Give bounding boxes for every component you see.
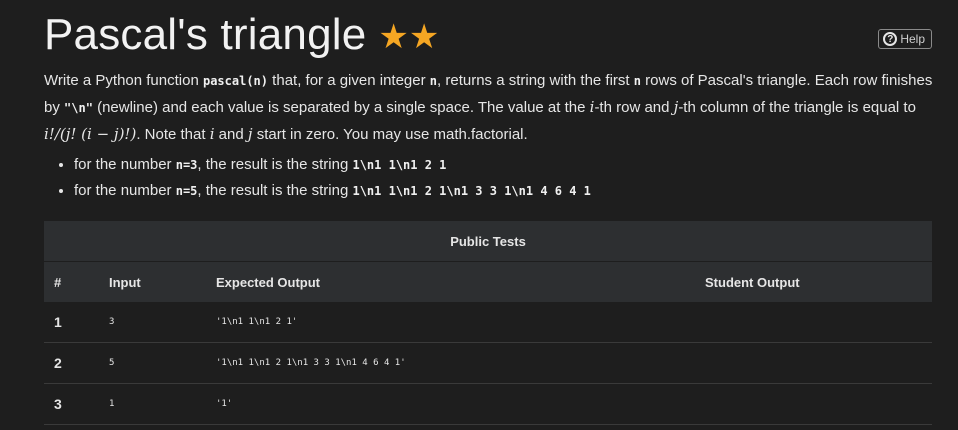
example-result: 1\n1 1\n1 2 1\n1 3 3 1\n1 4 6 4 1 bbox=[352, 184, 591, 198]
help-icon: ? bbox=[883, 32, 898, 46]
public-tests-table: Public Tests # Input Expected Output Stu… bbox=[44, 221, 932, 425]
desc-text: . Note that bbox=[136, 126, 210, 143]
row-expected: '1\n1 1\n1 2 1\n1 3 3 1\n1 4 6 4 1' bbox=[216, 358, 406, 368]
row-number: 3 bbox=[54, 396, 62, 412]
example-text: for the number bbox=[74, 156, 176, 173]
example-arg: n=5 bbox=[175, 184, 198, 198]
help-label: Help bbox=[900, 32, 925, 46]
table-row: 3 1 '1' bbox=[44, 384, 932, 425]
table-row: 2 5 '1\n1 1\n1 2 1\n1 3 3 1\n1 4 6 4 1' bbox=[44, 343, 932, 384]
difficulty-stars: ★★ bbox=[378, 18, 440, 56]
header-number: # bbox=[54, 274, 62, 290]
desc-text: and bbox=[214, 126, 248, 143]
row-input: 1 bbox=[109, 399, 115, 409]
header-input: Input bbox=[109, 274, 141, 290]
example-text: , the result is the string bbox=[197, 182, 353, 199]
list-item: for the number n=3, the result is the st… bbox=[74, 152, 591, 178]
param-n: n bbox=[429, 74, 438, 88]
row-expected: '1\n1 1\n1 2 1' bbox=[216, 317, 298, 327]
page-title: Pascal's triangle bbox=[44, 10, 367, 59]
example-text: for the number bbox=[74, 182, 176, 199]
function-name: pascal(n) bbox=[202, 74, 269, 88]
example-text: , the result is the string bbox=[197, 156, 353, 173]
row-input: 5 bbox=[109, 358, 115, 368]
row-number: 1 bbox=[54, 314, 62, 330]
example-arg: n=3 bbox=[175, 158, 198, 172]
desc-text: that, for a given integer bbox=[268, 72, 430, 89]
row-number: 2 bbox=[54, 355, 62, 371]
param-n: n bbox=[633, 74, 641, 88]
desc-text: , returns a string with the first bbox=[437, 72, 634, 89]
examples-list: for the number n=3, the result is the st… bbox=[44, 152, 591, 204]
list-item: for the number n=5, the result is the st… bbox=[74, 178, 591, 204]
header-expected-output: Expected Output bbox=[216, 274, 321, 290]
desc-text: start in zero. You may use math.factoria… bbox=[252, 126, 528, 143]
table-row: 1 3 '1\n1 1\n1 2 1' bbox=[44, 302, 932, 343]
desc-text: -th row and bbox=[594, 99, 674, 116]
row-expected: '1' bbox=[216, 399, 233, 409]
problem-description: Write a Python function pascal(n) that, … bbox=[44, 68, 934, 148]
row-input: 3 bbox=[109, 317, 115, 327]
help-button[interactable]: ? Help bbox=[878, 29, 932, 49]
header-student-output: Student Output bbox=[705, 274, 800, 290]
newline-code: "\n" bbox=[64, 101, 93, 115]
example-result: 1\n1 1\n1 2 1 bbox=[352, 158, 447, 172]
desc-text: Write a Python function bbox=[44, 72, 203, 89]
desc-text: -th column of the triangle is equal to bbox=[678, 99, 916, 116]
table-header: # Input Expected Output Student Output bbox=[44, 262, 932, 302]
math-formula: i!/(j! (i − j)!) bbox=[44, 125, 137, 143]
desc-text: (newline) and each value is separated by… bbox=[92, 99, 590, 116]
title-row: Pascal's triangle ★★ bbox=[44, 10, 439, 60]
table-title: Public Tests bbox=[44, 221, 932, 262]
